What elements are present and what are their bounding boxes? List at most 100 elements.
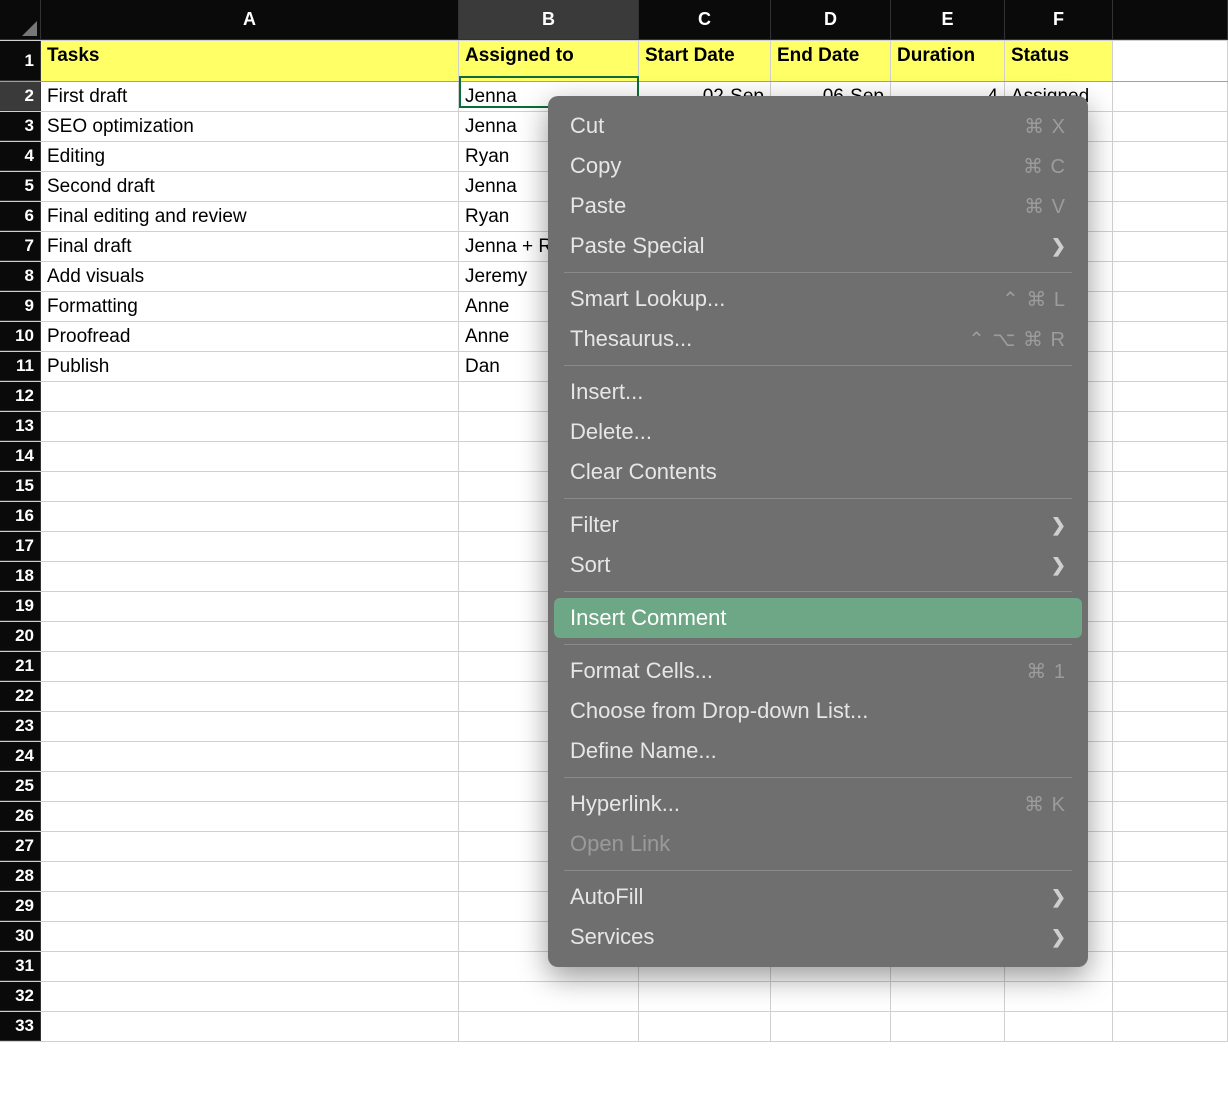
row-header-12[interactable]: 12 [0,382,41,411]
row-header-29[interactable]: 29 [0,892,41,921]
row-header-19[interactable]: 19 [0,592,41,621]
cell-A17[interactable] [41,532,459,561]
cell-A13[interactable] [41,412,459,441]
cell-G30[interactable] [1113,922,1228,951]
row-header-9[interactable]: 9 [0,292,41,321]
col-header-D[interactable]: D [771,0,891,40]
row-header-33[interactable]: 33 [0,1012,41,1041]
cell-D1[interactable]: End Date [771,41,891,81]
cell-C33[interactable] [639,1012,771,1041]
row-header-32[interactable]: 32 [0,982,41,1011]
row-header-11[interactable]: 11 [0,352,41,381]
cell-A32[interactable] [41,982,459,1011]
row-header-1[interactable]: 1 [0,41,41,81]
col-header-C[interactable]: C [639,0,771,40]
row-header-6[interactable]: 6 [0,202,41,231]
row-header-14[interactable]: 14 [0,442,41,471]
cell-A20[interactable] [41,622,459,651]
ctx-item-hyperlink[interactable]: Hyperlink...⌘ K [554,784,1082,824]
cell-A11[interactable]: Publish [41,352,459,381]
cell-G19[interactable] [1113,592,1228,621]
cell-A21[interactable] [41,652,459,681]
cell-A12[interactable] [41,382,459,411]
row-header-4[interactable]: 4 [0,142,41,171]
cell-G20[interactable] [1113,622,1228,651]
cell-G17[interactable] [1113,532,1228,561]
cell-A2[interactable]: First draft [41,82,459,111]
row-header-16[interactable]: 16 [0,502,41,531]
cell-A6[interactable]: Final editing and review [41,202,459,231]
cell-A31[interactable] [41,952,459,981]
col-header-B[interactable]: B [459,0,639,40]
ctx-item-filter[interactable]: Filter❯ [554,505,1082,545]
cell-B1[interactable]: Assigned to [459,41,639,81]
row-header-8[interactable]: 8 [0,262,41,291]
cell-F33[interactable] [1005,1012,1113,1041]
cell-A14[interactable] [41,442,459,471]
row-header-23[interactable]: 23 [0,712,41,741]
cell-A5[interactable]: Second draft [41,172,459,201]
cell-B33[interactable] [459,1012,639,1041]
ctx-item-smart-lookup[interactable]: Smart Lookup...⌃ ⌘ L [554,279,1082,319]
cell-A24[interactable] [41,742,459,771]
cell-A23[interactable] [41,712,459,741]
row-header-5[interactable]: 5 [0,172,41,201]
cell-G6[interactable] [1113,202,1228,231]
cell-B32[interactable] [459,982,639,1011]
cell-G12[interactable] [1113,382,1228,411]
ctx-item-choose-from-drop-down-list[interactable]: Choose from Drop-down List... [554,691,1082,731]
row-header-30[interactable]: 30 [0,922,41,951]
select-all-corner[interactable] [0,0,41,40]
cell-D32[interactable] [771,982,891,1011]
cell-G29[interactable] [1113,892,1228,921]
ctx-item-sort[interactable]: Sort❯ [554,545,1082,585]
cell-A33[interactable] [41,1012,459,1041]
cell-D33[interactable] [771,1012,891,1041]
cell-G21[interactable] [1113,652,1228,681]
row-header-17[interactable]: 17 [0,532,41,561]
cell-G15[interactable] [1113,472,1228,501]
cell-G33[interactable] [1113,1012,1228,1041]
cell-A1[interactable]: Tasks [41,41,459,81]
row-header-20[interactable]: 20 [0,622,41,651]
cell-A26[interactable] [41,802,459,831]
cell-G18[interactable] [1113,562,1228,591]
ctx-item-autofill[interactable]: AutoFill❯ [554,877,1082,917]
row-header-22[interactable]: 22 [0,682,41,711]
cell-G1[interactable] [1113,41,1228,81]
cell-A4[interactable]: Editing [41,142,459,171]
cell-G9[interactable] [1113,292,1228,321]
cell-A22[interactable] [41,682,459,711]
cell-G11[interactable] [1113,352,1228,381]
cell-G3[interactable] [1113,112,1228,141]
cell-E33[interactable] [891,1012,1005,1041]
cell-A28[interactable] [41,862,459,891]
cell-E32[interactable] [891,982,1005,1011]
row-header-26[interactable]: 26 [0,802,41,831]
cell-A18[interactable] [41,562,459,591]
row-header-13[interactable]: 13 [0,412,41,441]
row-header-7[interactable]: 7 [0,232,41,261]
cell-G5[interactable] [1113,172,1228,201]
row-header-28[interactable]: 28 [0,862,41,891]
cell-G26[interactable] [1113,802,1228,831]
col-header-E[interactable]: E [891,0,1005,40]
cell-A25[interactable] [41,772,459,801]
cell-A15[interactable] [41,472,459,501]
row-header-25[interactable]: 25 [0,772,41,801]
row-header-3[interactable]: 3 [0,112,41,141]
cell-G10[interactable] [1113,322,1228,351]
ctx-item-copy[interactable]: Copy⌘ C [554,146,1082,186]
cell-F1[interactable]: Status [1005,41,1113,81]
ctx-item-thesaurus[interactable]: Thesaurus...⌃ ⌥ ⌘ R [554,319,1082,359]
cell-G14[interactable] [1113,442,1228,471]
cell-G23[interactable] [1113,712,1228,741]
row-header-27[interactable]: 27 [0,832,41,861]
cell-G25[interactable] [1113,772,1228,801]
cell-C32[interactable] [639,982,771,1011]
cell-A16[interactable] [41,502,459,531]
row-header-2[interactable]: 2 [0,82,41,111]
cell-C1[interactable]: Start Date [639,41,771,81]
cell-G8[interactable] [1113,262,1228,291]
cell-E1[interactable]: Duration [891,41,1005,81]
